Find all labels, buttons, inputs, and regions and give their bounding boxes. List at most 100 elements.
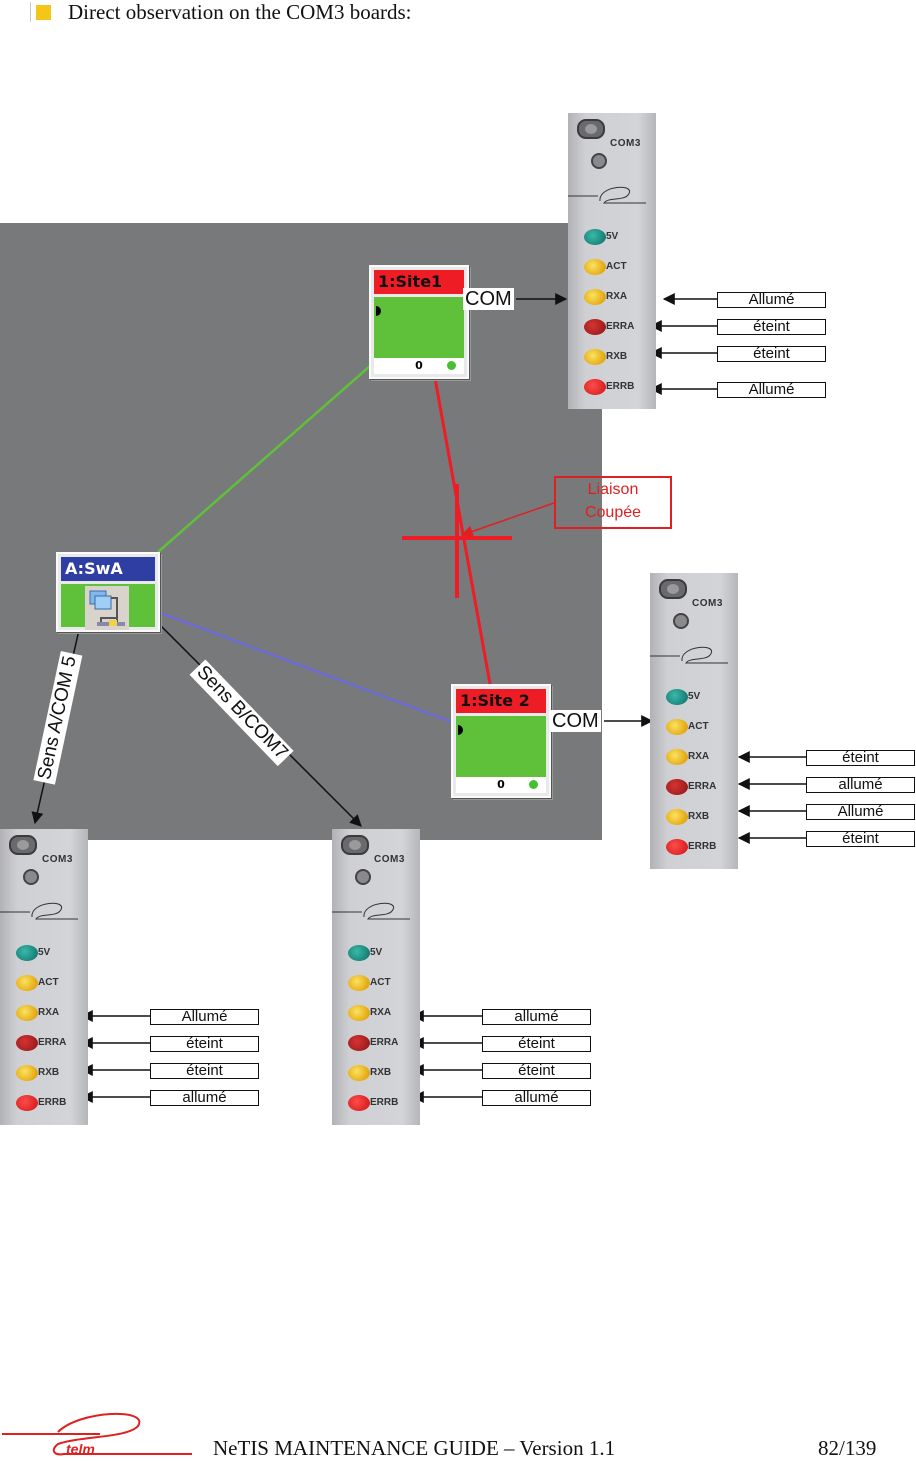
led-label: RXA	[370, 1007, 392, 1018]
bullet-square-icon	[36, 4, 51, 20]
led-label: 5V	[38, 947, 51, 958]
led-errb-icon	[584, 379, 606, 395]
screw-icon	[659, 579, 687, 599]
led-label: ERRB	[370, 1097, 399, 1108]
led-errb-icon	[348, 1095, 370, 1111]
led-rxb-icon	[666, 809, 688, 825]
led-label: ACT	[606, 261, 627, 272]
led-rxb-icon	[348, 1065, 370, 1081]
node-site2-footer: 0	[456, 777, 546, 793]
led-errb-icon	[16, 1095, 38, 1111]
state-arrows-sens-a	[80, 1010, 150, 1103]
led-label: RXB	[370, 1067, 392, 1078]
state-arrows-site2	[737, 751, 806, 844]
state-arrows-site1	[649, 293, 718, 395]
telm-signature-icon	[568, 186, 646, 204]
network-switch-icon	[85, 586, 129, 630]
telm-logo: telm	[2, 1412, 192, 1457]
callout-line-1: Liaison	[587, 481, 639, 498]
led-state-box: Allumé	[150, 1009, 259, 1025]
led-label: ACT	[688, 721, 709, 732]
heading-text: Direct observation on the COM3 boards:	[68, 0, 412, 24]
led-act-icon	[666, 719, 688, 735]
logo-text: telm	[66, 1441, 95, 1457]
port-icon	[458, 725, 463, 735]
section-heading: Direct observation on the COM3 boards:	[30, 0, 412, 24]
led-rxa-icon	[16, 1005, 38, 1021]
led-label: ERRB	[38, 1097, 67, 1108]
screw-icon	[577, 119, 605, 139]
led-label: ERRA	[370, 1037, 399, 1048]
port-icon	[376, 306, 381, 316]
led-label: ERRB	[688, 841, 717, 852]
screw-icon	[591, 153, 607, 169]
led-label: RXB	[38, 1067, 60, 1078]
led-label: RXA	[688, 751, 710, 762]
status-ok-icon	[447, 361, 456, 370]
status-ok-icon	[529, 780, 538, 789]
telm-signature-icon	[0, 902, 78, 920]
board-name: COM3	[374, 854, 405, 865]
led-label: ACT	[38, 977, 59, 988]
led-erra-icon	[16, 1035, 38, 1051]
led-rxa-icon	[348, 1005, 370, 1021]
led-erra-icon	[666, 779, 688, 795]
led-state-box: allumé	[482, 1009, 591, 1025]
led-state-box: éteint	[482, 1036, 591, 1052]
led-label: 5V	[370, 947, 383, 958]
led-state-box: allumé	[150, 1090, 259, 1106]
link-cut-callout: Liaison Coupée	[554, 476, 672, 529]
led-state-box: Allumé	[806, 804, 915, 820]
node-site1-title: 1:Site1	[374, 270, 464, 294]
com3-board-site1: COM3 5V ACT RXA ERRA RXB ERRB	[568, 113, 656, 409]
node-site1-footer: 0	[374, 358, 464, 374]
board-name: COM3	[42, 854, 73, 865]
led-label: RXB	[688, 811, 710, 822]
node-site1[interactable]: 1:Site1 0	[369, 265, 469, 379]
led-state-box: Allumé	[717, 382, 826, 398]
led-state-box: éteint	[806, 831, 915, 847]
node-site1-body	[374, 297, 464, 358]
led-erra-icon	[348, 1035, 370, 1051]
led-state-box: allumé	[482, 1090, 591, 1106]
led-label: 5V	[688, 691, 701, 702]
led-act-icon	[16, 975, 38, 991]
screw-icon	[23, 869, 39, 885]
node-site2-body	[456, 716, 546, 777]
led-rxb-icon	[16, 1065, 38, 1081]
site2-com-label: COM	[550, 710, 601, 732]
telm-signature-icon	[332, 902, 410, 920]
board-name: COM3	[692, 598, 723, 609]
led-errb-icon	[666, 839, 688, 855]
node-switch-a[interactable]: A:SwA	[56, 552, 160, 632]
led-rxa-icon	[584, 289, 606, 305]
led-5v-icon	[348, 945, 370, 961]
heading-rule	[30, 2, 31, 22]
state-arrows-sens-b	[411, 1010, 482, 1103]
led-label: RXA	[606, 291, 628, 302]
board-name: COM3	[610, 138, 641, 149]
led-state-box: éteint	[717, 319, 826, 335]
led-state-box: éteint	[150, 1036, 259, 1052]
led-state-box: éteint	[150, 1063, 259, 1079]
node-site1-count: 0	[415, 359, 423, 372]
led-label: ERRA	[688, 781, 717, 792]
led-5v-icon	[584, 229, 606, 245]
led-5v-icon	[16, 945, 38, 961]
led-rxb-icon	[584, 349, 606, 365]
callout-line-2: Coupée	[584, 504, 642, 521]
led-label: ERRB	[606, 381, 635, 392]
led-5v-icon	[666, 689, 688, 705]
com3-board-site2: COM3 5V ACT RXA ERRA RXB ERRB	[650, 573, 738, 869]
led-state-box: Allumé	[717, 292, 826, 308]
screw-icon	[673, 613, 689, 629]
led-label: ERRA	[38, 1037, 67, 1048]
led-label: 5V	[606, 231, 619, 242]
node-site2[interactable]: 1:Site 2 0	[451, 684, 551, 798]
footer-page-number: 82/139	[818, 1436, 877, 1460]
node-switch-a-title: A:SwA	[61, 557, 155, 581]
led-erra-icon	[584, 319, 606, 335]
telm-signature-icon	[650, 646, 728, 664]
footer-title: NeTIS MAINTENANCE GUIDE – Version 1.1	[213, 1436, 616, 1460]
node-site2-count: 0	[497, 778, 505, 791]
